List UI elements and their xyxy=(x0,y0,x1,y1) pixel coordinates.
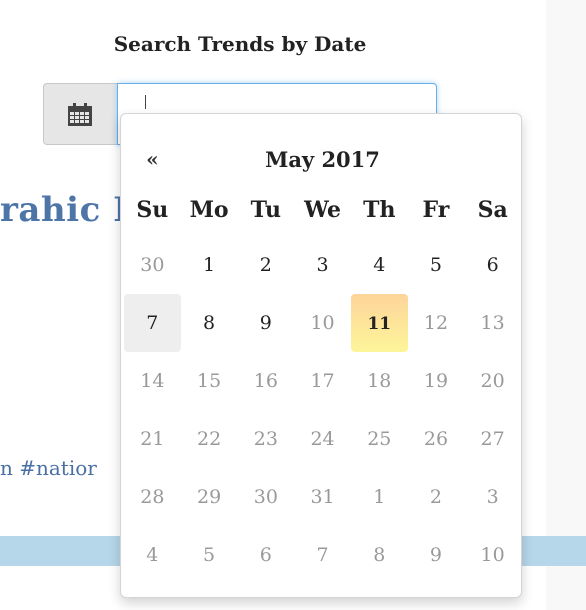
calendar-button[interactable] xyxy=(43,83,117,145)
day-cell[interactable]: 2 xyxy=(408,468,465,526)
day-cell[interactable]: 4 xyxy=(351,236,408,294)
day-cell[interactable]: 5 xyxy=(408,236,465,294)
day-cell[interactable]: 13 xyxy=(464,294,521,352)
day-cell-today[interactable]: 11 xyxy=(350,294,408,352)
page-heading: Search Trends by Date xyxy=(113,32,367,56)
day-cell[interactable]: 3 xyxy=(294,236,351,294)
datepicker-dropdown: « May 2017 Su Mo Tu We Th Fr Sa 30 1 2 3… xyxy=(120,113,522,598)
weekday-header-row: Su Mo Tu We Th Fr Sa xyxy=(124,184,521,236)
day-cell[interactable]: 10 xyxy=(294,294,351,352)
day-cell[interactable]: 30 xyxy=(237,468,294,526)
text-caret xyxy=(145,95,146,109)
calendar-grid: « May 2017 Su Mo Tu We Th Fr Sa 30 1 2 3… xyxy=(124,134,521,584)
day-cell[interactable]: 25 xyxy=(351,410,408,468)
day-cell[interactable]: 30 xyxy=(124,236,181,294)
day-cell[interactable]: 26 xyxy=(408,410,465,468)
day-cell[interactable]: 9 xyxy=(408,526,465,584)
day-cell[interactable]: 28 xyxy=(124,468,181,526)
page: Search Trends by Date rahic I n #natior … xyxy=(0,0,586,610)
day-cell[interactable]: 9 xyxy=(237,294,294,352)
day-cell[interactable]: 3 xyxy=(464,468,521,526)
calendar-week-row: 28 29 30 31 1 2 3 xyxy=(124,468,521,526)
month-title[interactable]: May 2017 xyxy=(181,134,465,184)
day-cell[interactable]: 20 xyxy=(464,352,521,410)
day-cell[interactable]: 5 xyxy=(181,526,238,584)
next-month-button[interactable] xyxy=(464,134,521,184)
day-cell[interactable]: 29 xyxy=(181,468,238,526)
day-cell[interactable]: 15 xyxy=(181,352,238,410)
background-hashtag-link[interactable]: n #natior xyxy=(0,456,97,480)
day-cell[interactable]: 1 xyxy=(351,468,408,526)
day-cell[interactable]: 4 xyxy=(124,526,181,584)
day-cell[interactable]: 19 xyxy=(408,352,465,410)
day-cell[interactable]: 21 xyxy=(124,410,181,468)
weekday-label: Th xyxy=(363,197,396,223)
background-section-title: rahic I xyxy=(0,190,130,230)
weekday-label: Tu xyxy=(250,197,281,223)
day-cell[interactable]: 10 xyxy=(464,526,521,584)
day-cell[interactable]: 8 xyxy=(351,526,408,584)
today-label: 11 xyxy=(367,314,392,334)
day-cell[interactable]: 14 xyxy=(124,352,181,410)
day-cell[interactable]: 7 xyxy=(294,526,351,584)
calendar-week-row: 21 22 23 24 25 26 27 xyxy=(124,410,521,468)
calendar-nav-row: « May 2017 xyxy=(124,134,521,184)
calendar-week-row: 14 15 16 17 18 19 20 xyxy=(124,352,521,410)
calendar-week-row: 7 8 9 10 11 12 13 xyxy=(124,294,521,352)
calendar-icon xyxy=(68,103,92,126)
day-cell[interactable]: 16 xyxy=(237,352,294,410)
day-cell[interactable]: 2 xyxy=(237,236,294,294)
calendar-week-row: 4 5 6 7 8 9 10 xyxy=(124,526,521,584)
day-cell[interactable]: 12 xyxy=(408,294,465,352)
day-cell[interactable]: 27 xyxy=(464,410,521,468)
calendar-week-row: 30 1 2 3 4 5 6 xyxy=(124,236,521,294)
day-cell[interactable]: 6 xyxy=(237,526,294,584)
day-cell[interactable]: 1 xyxy=(181,236,238,294)
day-cell[interactable]: 17 xyxy=(294,352,351,410)
day-cell-hovered[interactable]: 7 xyxy=(124,294,181,352)
weekday-label: We xyxy=(304,197,342,223)
day-cell[interactable]: 23 xyxy=(237,410,294,468)
day-cell[interactable]: 6 xyxy=(464,236,521,294)
day-cell[interactable]: 8 xyxy=(181,294,238,352)
prev-month-button[interactable]: « xyxy=(124,134,181,184)
weekday-label: Sa xyxy=(477,197,508,223)
weekday-label: Su xyxy=(136,197,169,223)
day-cell[interactable]: 22 xyxy=(181,410,238,468)
day-cell[interactable]: 24 xyxy=(294,410,351,468)
day-cell[interactable]: 18 xyxy=(351,352,408,410)
day-cell[interactable]: 31 xyxy=(294,468,351,526)
weekday-label: Mo xyxy=(189,197,229,223)
weekday-label: Fr xyxy=(422,197,450,223)
